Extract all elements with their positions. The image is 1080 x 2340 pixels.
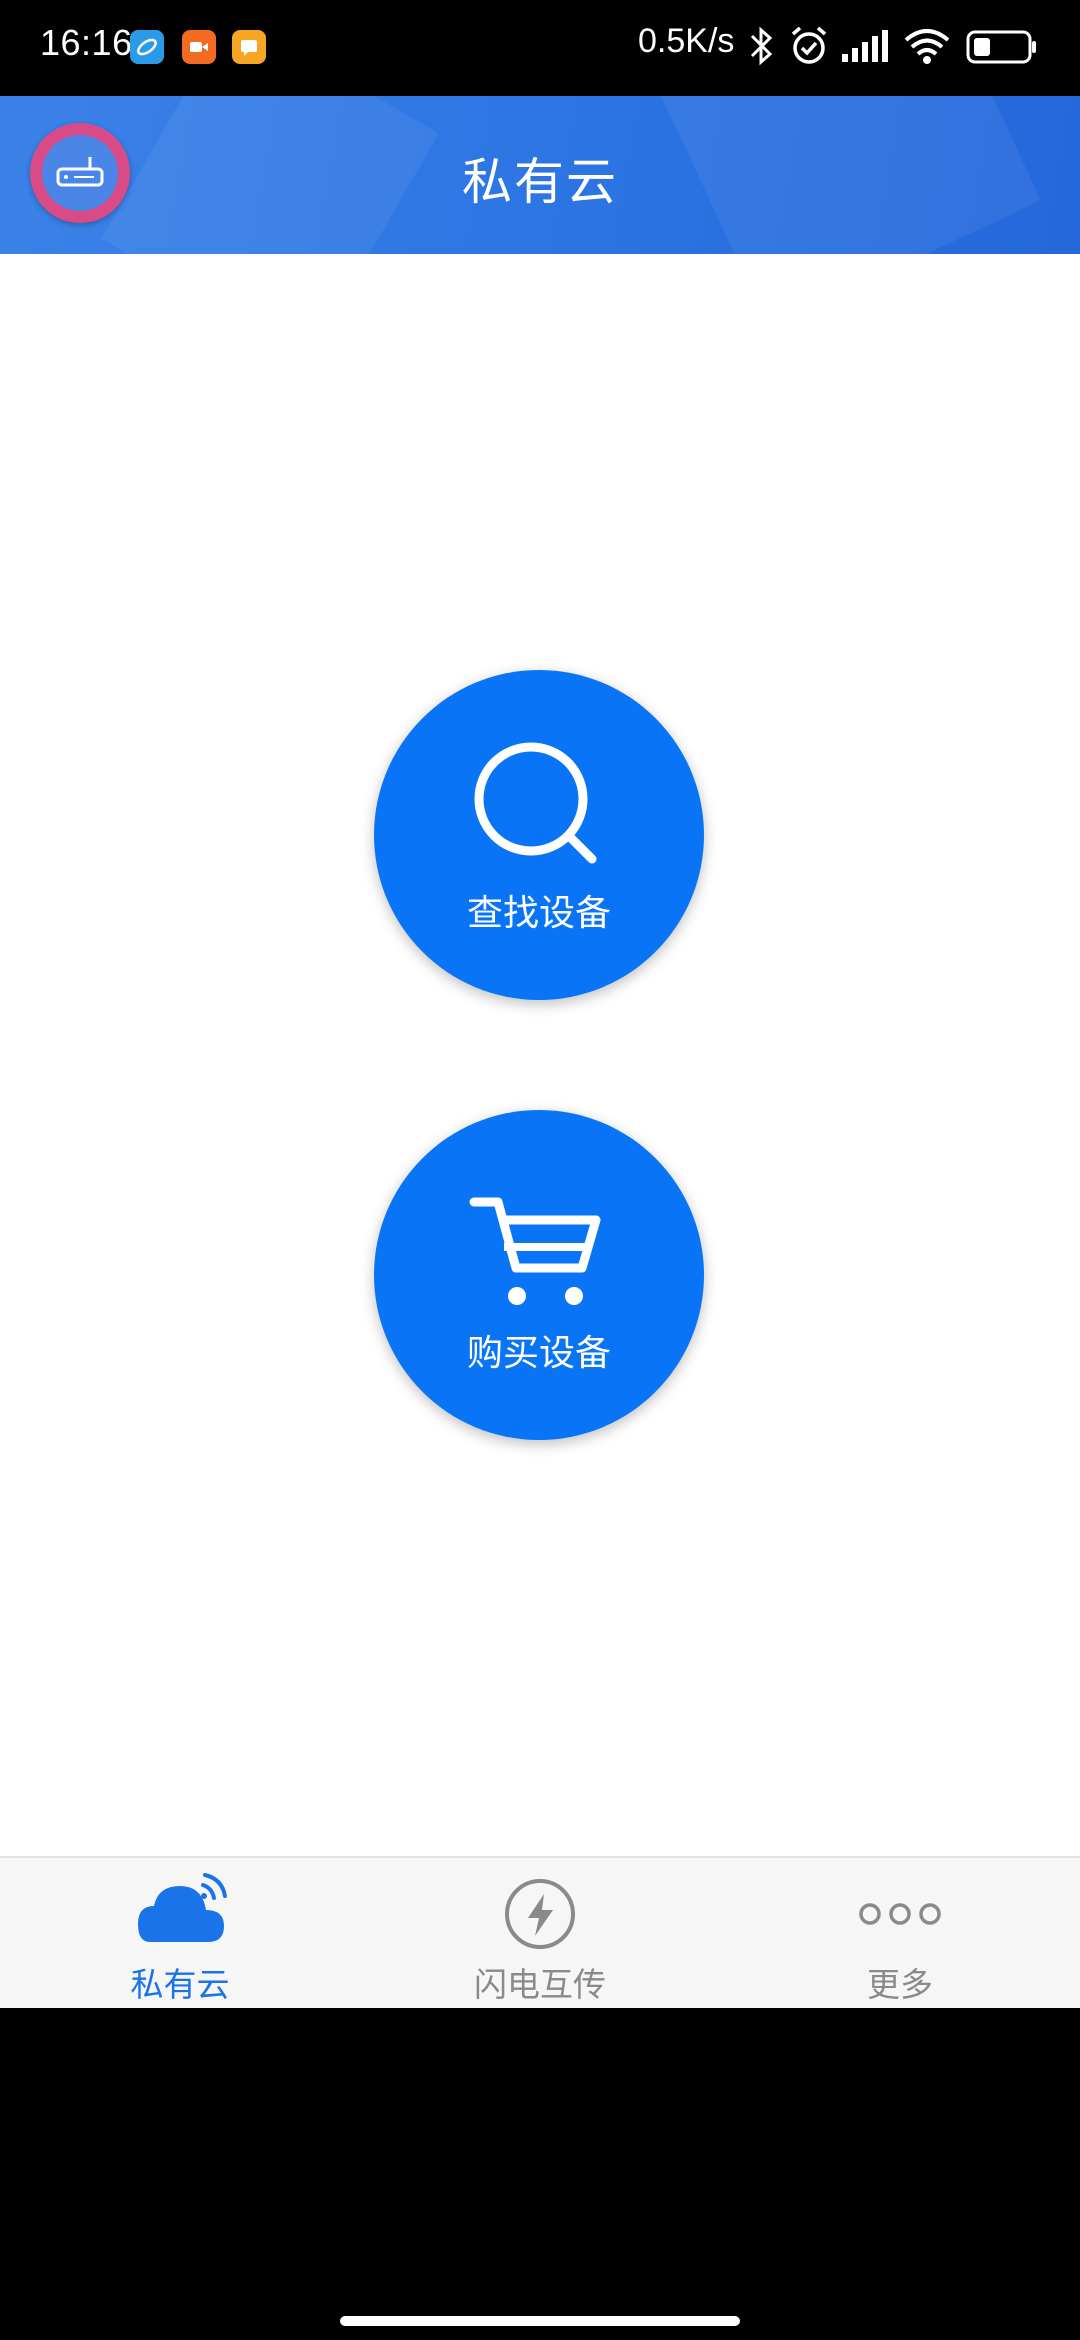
- page-title: 私有云: [462, 153, 618, 211]
- wifi-icon: [902, 24, 952, 72]
- search-icon: [474, 742, 597, 864]
- find-device-label: 查找设备: [466, 893, 611, 934]
- more-icon: [859, 1903, 941, 1925]
- tab-lightning-transfer[interactable]: 闪电互传: [360, 1858, 720, 2008]
- network-speed: 0.5K/s: [638, 22, 735, 60]
- cart-icon: [469, 1197, 601, 1305]
- buy-device-label: 购买设备: [466, 1333, 611, 1374]
- message-app-icon: [232, 30, 266, 64]
- status-time: 16:16: [40, 22, 133, 63]
- app-header: 私有云: [0, 96, 1080, 254]
- status-bar: 16:16 0.5K/s: [0, 0, 1080, 96]
- bottom-nav: 私有云 闪电互传 更多: [0, 1856, 1080, 2008]
- tab-private-cloud-label: 私有云: [130, 1965, 230, 2004]
- main-content: 查找设备 购买设备: [0, 254, 1080, 1856]
- browser-app-icon: [130, 30, 164, 64]
- app-screen: 16:16 0.5K/s 私有云 查找设备 购买设备 私有云 闪电互传 更多: [0, 0, 1080, 2340]
- tab-more[interactable]: 更多: [720, 1858, 1080, 2008]
- home-indicator[interactable]: [340, 2316, 740, 2326]
- find-device-button[interactable]: 查找设备: [374, 670, 704, 1000]
- lightning-icon: [505, 1879, 575, 1949]
- signal-icon: [840, 24, 892, 72]
- bluetooth-icon: [748, 24, 776, 72]
- tab-more-label: 更多: [867, 1965, 933, 2004]
- gesture-area: [0, 2008, 1080, 2340]
- tab-lightning-transfer-label: 闪电互传: [474, 1965, 606, 2004]
- tab-private-cloud[interactable]: 私有云: [0, 1858, 360, 2008]
- battery-icon: [966, 24, 1038, 72]
- video-app-icon: [182, 30, 216, 64]
- alarm-icon: [788, 24, 830, 72]
- buy-device-button[interactable]: 购买设备: [374, 1110, 704, 1440]
- cloud-icon: [138, 1873, 227, 1942]
